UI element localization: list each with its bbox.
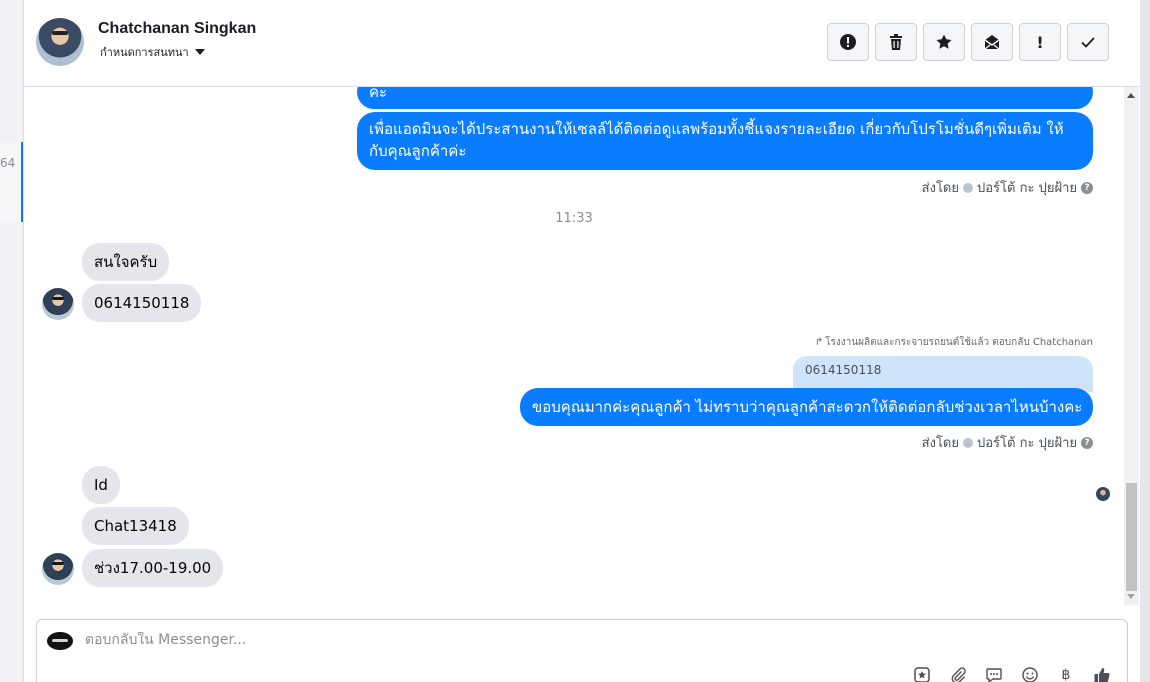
mark-unread-button[interactable] bbox=[971, 23, 1013, 61]
spam-button[interactable] bbox=[827, 23, 869, 61]
scroll-down-arrow-icon[interactable] bbox=[1127, 594, 1135, 599]
outgoing-message[interactable]: คะ bbox=[357, 87, 1093, 109]
mark-important-button[interactable]: ! bbox=[1019, 23, 1061, 61]
reply-arrow-icon: ↱ bbox=[814, 337, 824, 348]
like-button[interactable] bbox=[1093, 666, 1111, 682]
time-separator: 11:33 bbox=[555, 211, 593, 226]
incoming-message[interactable]: ช่วง17.00-19.00 bbox=[82, 549, 224, 587]
contact-avatar[interactable] bbox=[36, 18, 84, 66]
thread-scrollbar[interactable] bbox=[1124, 87, 1139, 605]
scroll-up-arrow-icon[interactable] bbox=[1127, 93, 1135, 98]
sent-by-label: ส่งโดย bbox=[921, 181, 959, 196]
quoted-text: 0614150118 bbox=[805, 363, 882, 377]
conversation-list-edge: 64 bbox=[0, 0, 24, 682]
sender-name[interactable]: ปอร์โต้ กะ ปุยฝ้าย bbox=[977, 432, 1077, 453]
star-icon bbox=[936, 34, 952, 49]
assign-conversation-dropdown[interactable]: กำหนดการสนทนา bbox=[100, 43, 205, 61]
page-logo bbox=[47, 632, 73, 650]
scrollbar-thumb[interactable] bbox=[1126, 483, 1137, 591]
baht-icon: ฿ bbox=[1061, 667, 1071, 682]
sender-name[interactable]: ปอร์โต้ กะ ปุยฝ้าย bbox=[977, 177, 1077, 198]
incoming-message[interactable]: สนใจครับ bbox=[82, 243, 170, 281]
attach-button[interactable] bbox=[949, 666, 967, 682]
incoming-message[interactable]: Chat13418 bbox=[82, 507, 189, 545]
assign-conversation-label: กำหนดการสนทนา bbox=[100, 46, 189, 59]
chat-bubble-icon bbox=[986, 668, 1002, 682]
alert-circle-icon bbox=[840, 34, 856, 50]
message-text: สนใจครับ bbox=[94, 253, 158, 271]
message-text: ขอบคุณมากค่ะคุณลูกค้า ไม่ทราบว่าคุณลูกค้… bbox=[532, 398, 1083, 416]
star-button[interactable] bbox=[923, 23, 965, 61]
incoming-message[interactable]: Id bbox=[82, 466, 120, 504]
contact-avatar-small[interactable] bbox=[42, 288, 74, 320]
sticker-icon bbox=[914, 667, 930, 682]
composer-toolbar: ฿ bbox=[913, 666, 1111, 682]
thumbs-up-icon bbox=[1094, 668, 1110, 682]
smiley-icon bbox=[1022, 667, 1038, 682]
message-text: ช่วง17.00-19.00 bbox=[94, 559, 212, 577]
reply-input[interactable] bbox=[85, 632, 885, 648]
contact-avatar-small[interactable] bbox=[42, 553, 74, 585]
conversation-list-fragment: 64 bbox=[0, 156, 16, 170]
check-icon bbox=[1081, 37, 1095, 48]
sent-by-info: ส่งโดย ปอร์โต้ กะ ปุยฝ้าย ? bbox=[922, 177, 1093, 198]
sent-by-info: ส่งโดย ปอร์โต้ กะ ปุยฝ้าย ? bbox=[922, 432, 1093, 453]
conversation-header: Chatchanan Singkan กำหนดการสนทนา ! bbox=[24, 0, 1140, 87]
message-composer: ฿ bbox=[36, 619, 1128, 682]
sent-by-label: ส่งโดย bbox=[921, 436, 959, 451]
saved-replies-button[interactable] bbox=[985, 666, 1003, 682]
conversation-toolbar: ! bbox=[827, 23, 1109, 61]
mark-done-button[interactable] bbox=[1067, 23, 1109, 61]
message-text: Id bbox=[94, 476, 108, 494]
paperclip-icon bbox=[951, 667, 966, 682]
reply-context-note: ↱ โรงงานผลิตและกระจายรถยนต์ใช้แล้ว ตอบกล… bbox=[815, 335, 1093, 350]
payment-button[interactable]: ฿ bbox=[1057, 666, 1075, 682]
seen-indicator-avatar bbox=[1096, 487, 1110, 501]
emoji-button[interactable] bbox=[1021, 666, 1039, 682]
reply-context-text: โรงงานผลิตและกระจายรถยนต์ใช้แล้ว ตอบกลับ… bbox=[825, 337, 1093, 348]
contact-name[interactable]: Chatchanan Singkan bbox=[98, 20, 256, 38]
delete-button[interactable] bbox=[875, 23, 917, 61]
quoted-message[interactable]: 0614150118 bbox=[793, 356, 1093, 392]
message-text: 0614150118 bbox=[94, 294, 190, 312]
message-thread: คะ เพื่อแอดมินจะได้ประสานงานให้เซลล์ได้ต… bbox=[24, 87, 1124, 605]
message-text: คะ bbox=[369, 87, 388, 101]
outgoing-message[interactable]: ขอบคุณมากค่ะคุณลูกค้า ไม่ทราบว่าคุณลูกค้… bbox=[520, 388, 1093, 426]
caret-down-icon bbox=[194, 49, 205, 55]
verified-badge-icon bbox=[963, 182, 973, 193]
message-text: Chat13418 bbox=[94, 517, 177, 535]
messenger-inbox: 64 Chatchanan Singkan กำหนดการสนทนา ! คะ… bbox=[0, 0, 1150, 682]
outgoing-message[interactable]: เพื่อแอดมินจะได้ประสานงานให้เซลล์ได้ติดต… bbox=[357, 112, 1093, 170]
message-text: เพื่อแอดมินจะได้ประสานงานให้เซลล์ได้ติดต… bbox=[369, 120, 1064, 160]
verified-badge-icon bbox=[963, 437, 973, 448]
right-panel-edge bbox=[1140, 0, 1150, 682]
help-icon[interactable]: ? bbox=[1081, 436, 1093, 449]
envelope-icon bbox=[984, 35, 1000, 50]
active-conversation-row[interactable] bbox=[0, 142, 23, 222]
incoming-message[interactable]: 0614150118 bbox=[82, 284, 202, 322]
exclamation-icon: ! bbox=[1036, 32, 1044, 52]
sticker-button[interactable] bbox=[913, 666, 931, 682]
help-icon[interactable]: ? bbox=[1081, 181, 1093, 194]
trash-icon bbox=[890, 34, 902, 50]
